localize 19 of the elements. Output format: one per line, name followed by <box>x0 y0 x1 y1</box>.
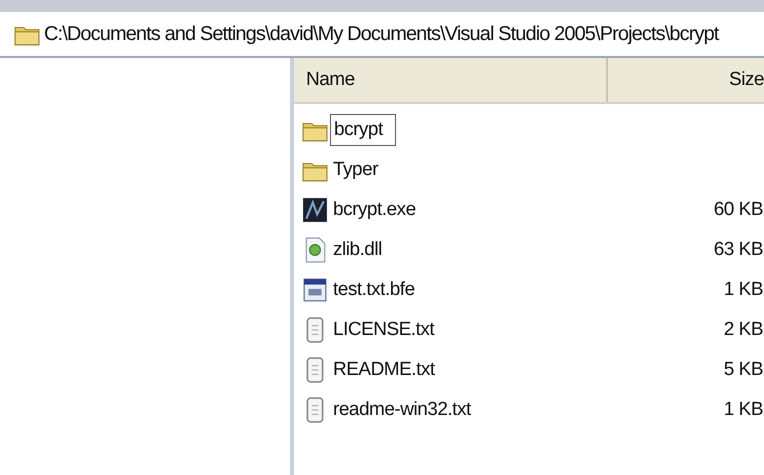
application-icon <box>302 197 328 223</box>
file-size: 60 KB <box>714 199 764 221</box>
folder-path: C:\Documents and Settings\david\My Documents\Visual Studio 2005\Projects\bcrypt <box>44 22 718 46</box>
column-header[interactable]: Size <box>608 58 764 102</box>
file-size: 63 KB <box>714 239 764 261</box>
rename-field[interactable]: bcrypt <box>330 114 396 146</box>
column-header[interactable]: Name <box>294 58 608 102</box>
file-name[interactable]: bcrypt.exe <box>330 197 419 223</box>
file-name[interactable]: README.txt <box>330 357 438 383</box>
file-name[interactable]: test.txt.bfe <box>330 277 418 303</box>
file-name[interactable]: zlib.dll <box>330 237 385 263</box>
file-size: 1 KB <box>724 279 764 301</box>
window-document-icon <box>302 277 328 303</box>
file-name[interactable]: Typer <box>330 157 382 183</box>
file-name[interactable]: LICENSE.txt <box>330 317 438 343</box>
file-name[interactable]: readme-win32.txt <box>330 397 474 423</box>
file-size: 5 KB <box>724 359 764 381</box>
file-size: 1 KB <box>724 399 764 421</box>
file-size: 2 KB <box>724 319 764 341</box>
